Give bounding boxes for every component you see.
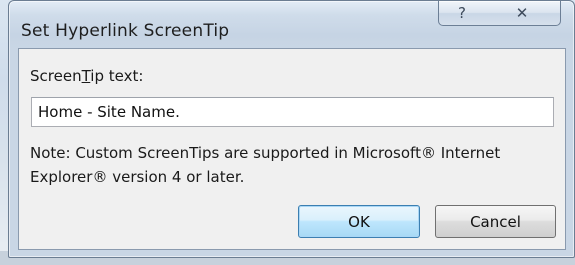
ok-button[interactable]: OK — [298, 205, 420, 238]
title-bar: Set Hyperlink ScreenTip ? ✕ — [9, 1, 574, 47]
label-prefix: Screen — [30, 67, 82, 85]
note-text: Note: Custom ScreenTips are supported in… — [30, 144, 501, 186]
label-suffix: ip text: — [90, 67, 144, 85]
dialog-body: ScreenTip text: Note: Custom ScreenTips … — [18, 48, 566, 250]
set-hyperlink-screentip-dialog: Set Hyperlink ScreenTip ? ✕ ScreenTip te… — [8, 0, 575, 258]
dialog-title: Set Hyperlink ScreenTip — [21, 21, 230, 41]
screentip-text-label: ScreenTip text: — [30, 67, 143, 85]
label-mnemonic: T — [81, 67, 91, 85]
help-button[interactable]: ? — [438, 1, 486, 26]
close-icon: ✕ — [515, 4, 529, 22]
screentip-text-input[interactable] — [31, 97, 554, 127]
cancel-button[interactable]: Cancel — [435, 205, 556, 238]
close-button[interactable]: ✕ — [484, 1, 561, 26]
question-mark-icon: ? — [458, 4, 466, 22]
